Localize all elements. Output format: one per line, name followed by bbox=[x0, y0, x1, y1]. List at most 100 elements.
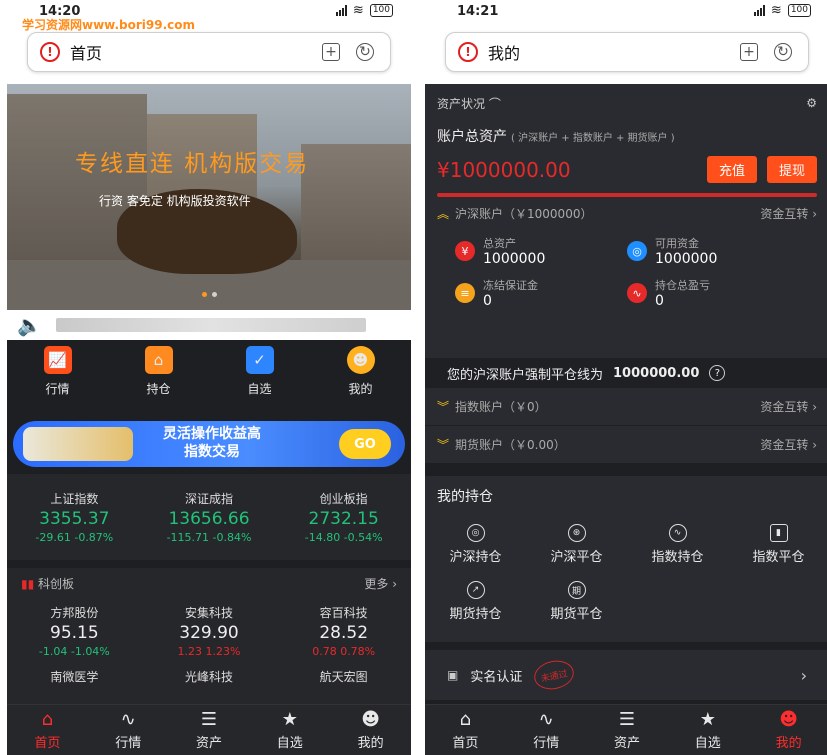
holding-futures-position[interactable]: ↗ 期货持仓 bbox=[425, 581, 526, 622]
tab-mine[interactable]: ☻ 我的 bbox=[748, 705, 827, 755]
index-change: -14.80 -0.54% bbox=[304, 531, 383, 544]
database-icon: ☰ bbox=[618, 708, 636, 730]
transfer-link[interactable]: 资金互转 › bbox=[760, 205, 817, 222]
page-title: 首页 bbox=[70, 44, 103, 63]
index-card[interactable]: 创业板指 2732.15 -14.80 -0.54% bbox=[276, 474, 411, 560]
position-icon: ◎ bbox=[466, 524, 485, 542]
index-value: 13656.66 bbox=[168, 509, 250, 529]
mine-content[interactable]: 资产状况 ⌒ ⚙ 账户总资产 ( 沪深账户 + 指数账户 + 期货账户 ) ¥10… bbox=[425, 84, 827, 704]
recharge-button[interactable]: 充值 bbox=[706, 156, 757, 183]
quick-item-positions[interactable]: ⌂ 持仓 bbox=[108, 346, 209, 412]
money-bag-icon: ¥ bbox=[455, 241, 475, 261]
quick-label: 持仓 bbox=[146, 382, 171, 396]
tab-quotes[interactable]: ∿ 行情 bbox=[88, 705, 169, 755]
user-icon: ☻ bbox=[779, 708, 798, 730]
bookmark-add-icon[interactable]: + bbox=[322, 43, 340, 61]
holding-hs-closed[interactable]: ⊛ 沪深平仓 bbox=[526, 524, 627, 565]
stock-card[interactable]: 容百科技 28.52 0.78 0.78% bbox=[276, 604, 411, 658]
account-note: ( 沪深账户 + 指数账户 + 期货账户 ) bbox=[511, 133, 675, 144]
holding-futures-closed[interactable]: 期期货平仓 bbox=[526, 581, 627, 622]
hs-account-row[interactable]: ︽ 沪深账户（￥1000000） 资金互转 › bbox=[425, 197, 827, 229]
tab-watchlist[interactable]: ★ 自选 bbox=[667, 705, 748, 755]
eye-closed-icon[interactable]: ⌒ bbox=[489, 97, 501, 111]
stock-card[interactable]: 方邦股份 95.15 -1.04 -1.04% bbox=[7, 604, 142, 658]
realname-verify-row[interactable]: ▣ 实名认证 未通过 › bbox=[425, 650, 827, 700]
withdraw-button[interactable]: 提现 bbox=[766, 156, 817, 183]
wifi-icon: ≋ bbox=[352, 3, 364, 18]
help-icon[interactable]: ? bbox=[709, 365, 726, 381]
index-name: 深证成指 bbox=[185, 492, 234, 506]
user-icon: ☻ bbox=[361, 708, 380, 730]
index-card[interactable]: 深证成指 13656.66 -115.71 -0.84% bbox=[142, 474, 277, 560]
tab-label: 首页 bbox=[34, 735, 61, 751]
holding-hs-position[interactable]: ◎ 沪深持仓 bbox=[425, 524, 526, 565]
banner-carousel[interactable]: 专线直连 机构版交易 行资 客免定 机构版投资软件 bbox=[7, 84, 411, 310]
stock-name[interactable]: 光峰科技 bbox=[142, 668, 277, 685]
promo-text: 灵活操作收益高 指数交易 bbox=[163, 425, 261, 461]
tab-home[interactable]: ⌂ 首页 bbox=[425, 705, 506, 755]
stock-price: 329.90 bbox=[179, 623, 239, 643]
star-icon: ★ bbox=[281, 708, 298, 730]
stock-name[interactable]: 南微医学 bbox=[7, 668, 142, 685]
notice-bar[interactable]: 🔈 bbox=[7, 310, 411, 340]
balance-actions: 充值 提现 bbox=[706, 156, 817, 183]
settings-icon[interactable]: ⚙ bbox=[806, 96, 817, 110]
more-link[interactable]: 更多 › bbox=[364, 575, 397, 592]
quick-label: 自选 bbox=[247, 382, 272, 396]
chevron-right-icon[interactable]: › bbox=[801, 666, 807, 685]
transfer-link[interactable]: 资金互转 › bbox=[760, 436, 817, 453]
carousel-dot[interactable] bbox=[202, 292, 207, 297]
home-chart-icon: ⌂ bbox=[144, 346, 173, 374]
warning-icon[interactable]: ! bbox=[458, 42, 478, 62]
futures-account-row[interactable]: ︾ 期货账户（￥0.00） 资金互转 › bbox=[425, 426, 827, 464]
promo-banner[interactable]: 灵活操作收益高 指数交易 GO bbox=[13, 421, 405, 467]
index-chart-icon: ∿ bbox=[668, 524, 687, 542]
carousel-dot[interactable] bbox=[212, 292, 217, 297]
promo-go-button[interactable]: GO bbox=[339, 429, 391, 459]
stat-value: 1000000 bbox=[655, 251, 718, 267]
stock-card[interactable]: 安集科技 329.90 1.23 1.23% bbox=[142, 604, 277, 658]
id-card-icon: ▣ bbox=[447, 668, 459, 682]
holding-index-position[interactable]: ∿ 指数持仓 bbox=[627, 524, 728, 565]
tab-watchlist[interactable]: ★ 自选 bbox=[249, 705, 330, 755]
battery-icon: 100 bbox=[369, 4, 393, 17]
url-bar[interactable]: ! 我的 + ↻ bbox=[445, 32, 809, 72]
tab-assets[interactable]: ☰ 资产 bbox=[169, 705, 250, 755]
holdings-title: 我的持仓 bbox=[437, 489, 493, 505]
battery-icon: 100 bbox=[787, 4, 811, 17]
refresh-icon[interactable]: ↻ bbox=[356, 43, 374, 61]
quick-item-mine[interactable]: ☻ 我的 bbox=[310, 346, 411, 412]
index-change: -115.71 -0.84% bbox=[166, 531, 252, 544]
tab-label: 行情 bbox=[115, 735, 142, 751]
tab-mine[interactable]: ☻ 我的 bbox=[330, 705, 411, 755]
quick-item-quotes[interactable]: 📈 行情 bbox=[7, 346, 108, 412]
bookmark-add-icon[interactable]: + bbox=[740, 43, 758, 61]
tab-label: 资产 bbox=[613, 735, 640, 751]
chevron-up-icon[interactable]: ︽ bbox=[437, 207, 449, 221]
holding-label: 指数平仓 bbox=[752, 550, 805, 565]
index-value: 2732.15 bbox=[308, 509, 379, 529]
promo-line2: 指数交易 bbox=[184, 444, 240, 460]
tab-home[interactable]: ⌂ 首页 bbox=[7, 705, 88, 755]
holding-index-closed[interactable]: ▮ 指数平仓 bbox=[728, 524, 827, 565]
stat-available: ◎ 可用资金 1000000 bbox=[627, 235, 799, 267]
bottom-tab-bar: ⌂ 首页 ∿ 行情 ☰ 资产 ★ 自选 ☻ 我的 bbox=[425, 704, 827, 755]
home-content[interactable]: 专线直连 机构版交易 行资 客免定 机构版投资软件 🔈 📈 行情 ⌂ 持仓 ✓ … bbox=[7, 84, 411, 704]
refresh-icon[interactable]: ↻ bbox=[774, 43, 792, 61]
warning-icon[interactable]: ! bbox=[40, 42, 60, 62]
carousel-dots[interactable] bbox=[202, 292, 217, 297]
stock-name[interactable]: 航天宏图 bbox=[276, 668, 411, 685]
chevron-down-icon[interactable]: ︾ bbox=[437, 438, 449, 452]
holding-label: 沪深平仓 bbox=[550, 550, 603, 565]
index-card[interactable]: 上证指数 3355.37 -29.61 -0.87% bbox=[7, 474, 142, 560]
stock-name: 安集科技 bbox=[185, 606, 234, 620]
tab-quotes[interactable]: ∿ 行情 bbox=[506, 705, 587, 755]
quick-item-watchlist[interactable]: ✓ 自选 bbox=[209, 346, 310, 412]
transfer-link[interactable]: 资金互转 › bbox=[760, 398, 817, 415]
chevron-down-icon[interactable]: ︾ bbox=[437, 400, 449, 414]
index-account-row[interactable]: ︾ 指数账户（￥0） 资金互转 › bbox=[425, 388, 827, 426]
tab-assets[interactable]: ☰ 资产 bbox=[587, 705, 668, 755]
url-bar[interactable]: ! 首页 + ↻ bbox=[27, 32, 391, 72]
tab-label: 我的 bbox=[775, 735, 802, 751]
index-account-label: 指数账户（￥0） bbox=[455, 400, 547, 414]
